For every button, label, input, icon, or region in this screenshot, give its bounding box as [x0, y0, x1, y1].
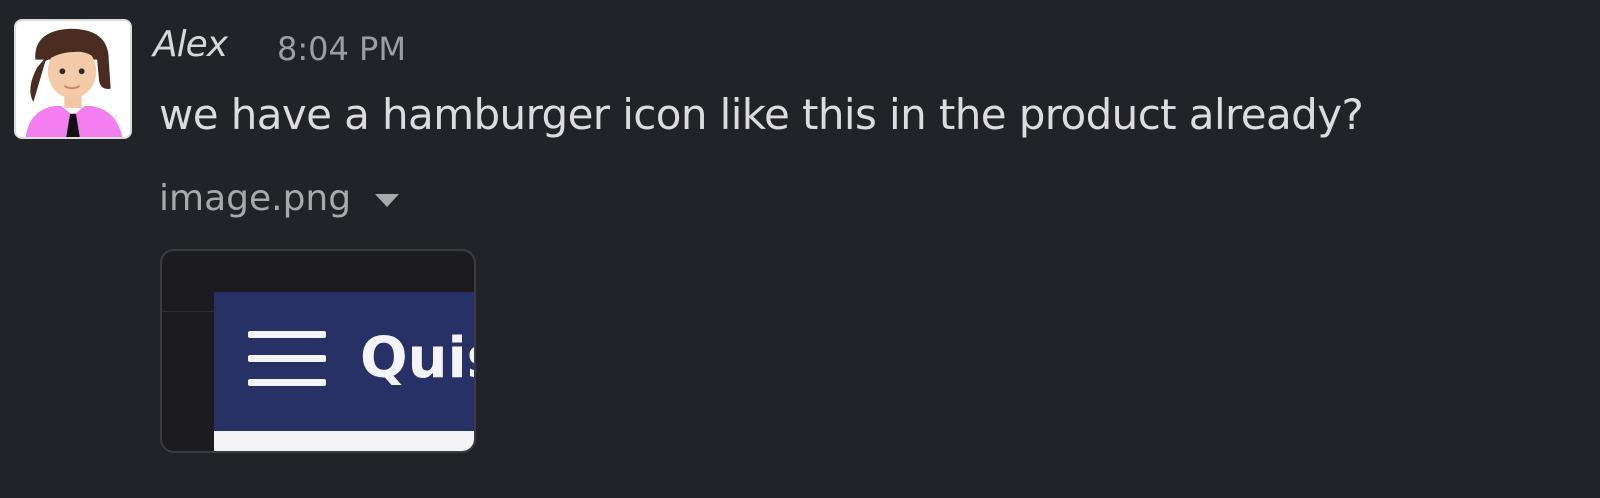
attachment-header[interactable]: image.png	[159, 178, 400, 219]
attachment-file-name[interactable]: image.png	[159, 178, 351, 219]
chevron-down-icon[interactable]	[375, 194, 400, 207]
sender-name[interactable]: Alex	[153, 24, 228, 65]
image-preview[interactable]: Quis	[160, 249, 476, 453]
timestamp[interactable]: 8:04 PM	[277, 30, 406, 68]
avatar-illustration	[16, 21, 130, 137]
message: Alex 8:04 PM we have a hamburger icon li…	[0, 0, 1600, 498]
avatar[interactable]	[14, 19, 132, 139]
message-text: we have a hamburger icon like this in th…	[159, 90, 1364, 139]
hamburger-icon	[248, 331, 326, 389]
preview-title: Quis	[360, 326, 474, 391]
preview-divider	[162, 311, 216, 312]
preview-app-bar: Quis	[214, 292, 474, 431]
preview-content-area	[214, 431, 474, 451]
